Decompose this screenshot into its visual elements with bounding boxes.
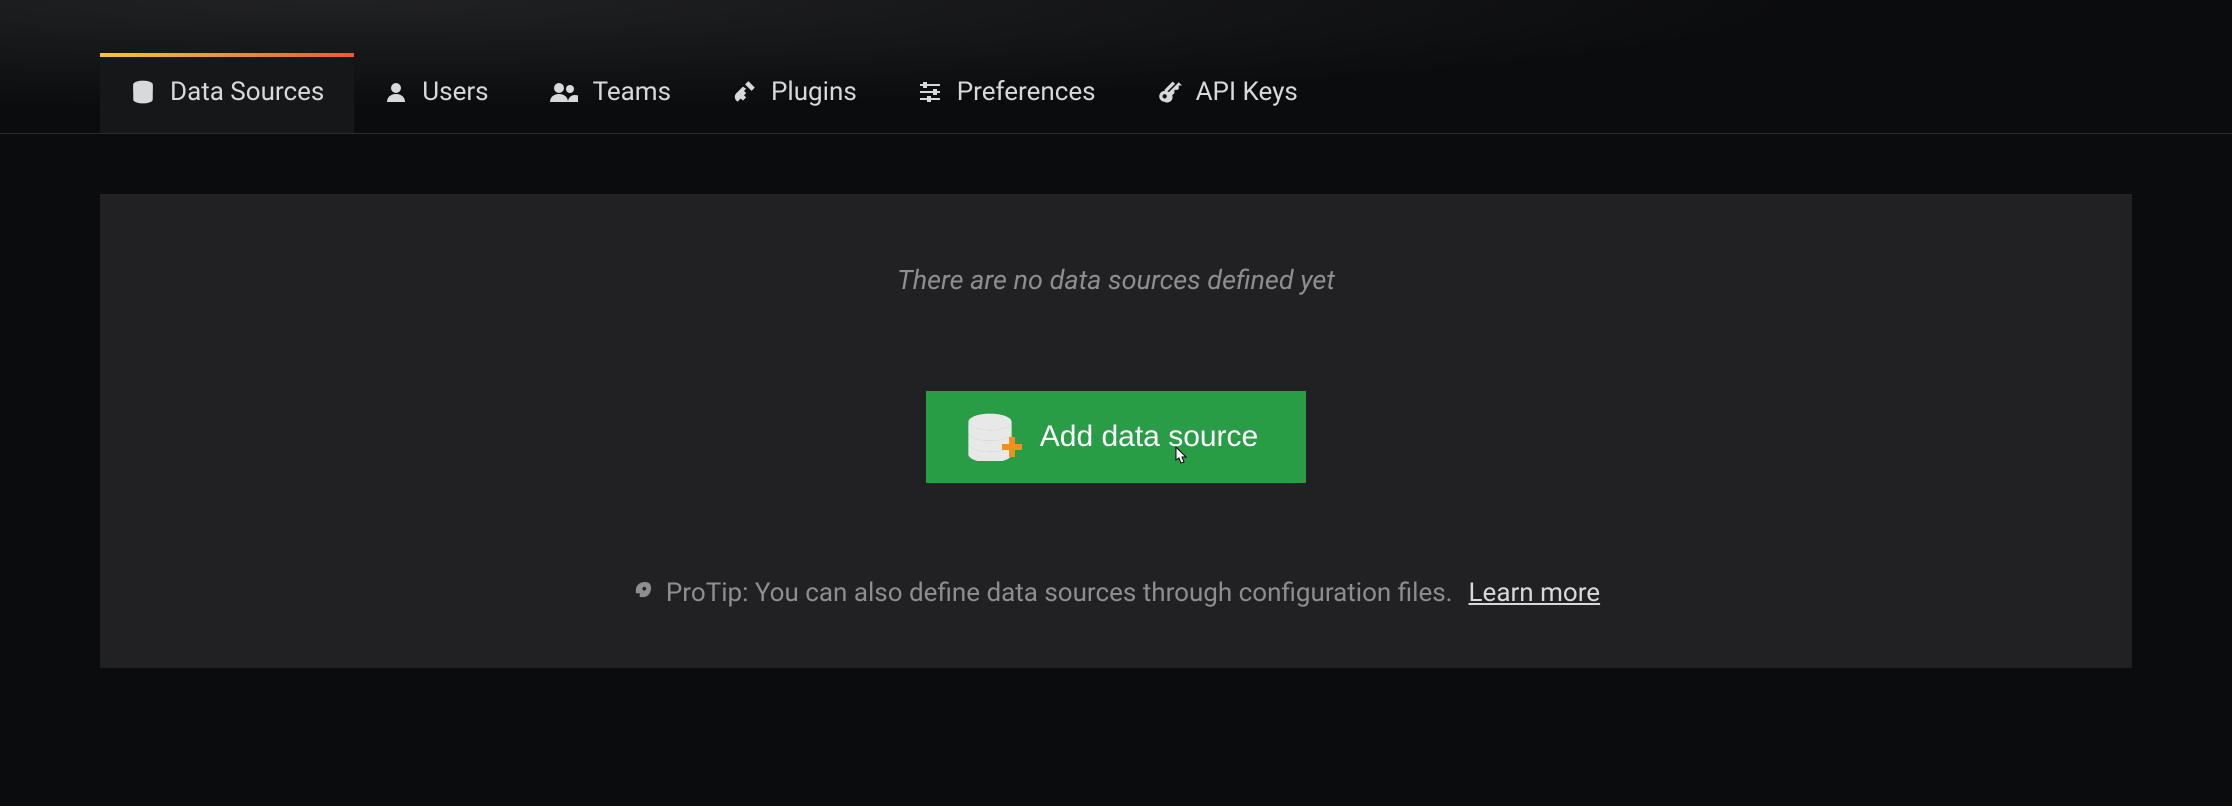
tab-label: Teams xyxy=(593,77,671,107)
user-icon xyxy=(384,79,408,105)
tab-teams[interactable]: Teams xyxy=(519,53,701,133)
plug-icon xyxy=(731,79,757,105)
tab-users[interactable]: Users xyxy=(354,53,518,133)
empty-state-message: There are no data sources defined yet xyxy=(897,264,1335,296)
rocket-icon xyxy=(632,578,654,608)
database-icon xyxy=(130,79,156,105)
tab-label: Data Sources xyxy=(170,77,324,107)
tab-label: Preferences xyxy=(957,77,1096,107)
learn-more-link[interactable]: Learn more xyxy=(1469,578,1601,608)
protip-row: ProTip: You can also define data sources… xyxy=(632,578,1600,608)
tab-bar: Data Sources Users Teams Plugins Prefere… xyxy=(0,0,2232,134)
key-icon xyxy=(1156,79,1182,105)
tab-label: API Keys xyxy=(1196,77,1298,107)
tab-preferences[interactable]: Preferences xyxy=(887,53,1126,133)
content-area: There are no data sources defined yet Ad… xyxy=(0,134,2232,728)
plus-icon xyxy=(1000,433,1024,467)
tab-api-keys[interactable]: API Keys xyxy=(1126,53,1328,133)
protip-text: ProTip: You can also define data sources… xyxy=(666,578,1453,608)
tab-plugins[interactable]: Plugins xyxy=(701,53,887,133)
tab-label: Users xyxy=(422,77,488,107)
users-icon xyxy=(549,79,579,105)
add-button-label: Add data source xyxy=(1040,420,1258,454)
tab-data-sources[interactable]: Data Sources xyxy=(100,53,354,133)
database-plus-icon xyxy=(964,413,1016,461)
tab-label: Plugins xyxy=(771,77,857,107)
add-data-source-button[interactable]: Add data source xyxy=(926,391,1306,483)
empty-state-panel: There are no data sources defined yet Ad… xyxy=(100,194,2132,668)
sliders-icon xyxy=(917,80,943,104)
